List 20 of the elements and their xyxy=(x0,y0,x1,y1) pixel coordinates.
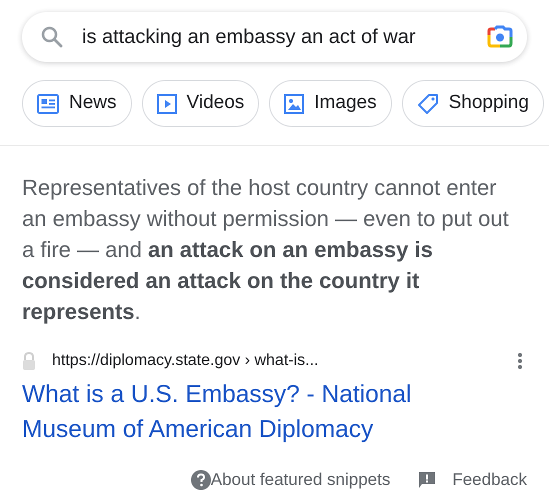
tag-icon xyxy=(416,92,439,114)
more-options-icon[interactable] xyxy=(517,352,523,370)
filter-chip[interactable]: News xyxy=(22,80,132,127)
filter-chip[interactable]: Videos xyxy=(142,80,260,127)
result-title-link[interactable]: What is a U.S. Embassy? - National Museum of American Diplomacy xyxy=(22,377,452,447)
play-icon xyxy=(156,94,177,114)
news-icon xyxy=(37,94,59,114)
filter-chip[interactable]: Shopping xyxy=(402,80,544,127)
feedback-link[interactable]: Feedback xyxy=(452,467,527,492)
lock-icon xyxy=(22,352,36,370)
about-snippets-link[interactable]: About featured snippets xyxy=(210,467,390,492)
feedback-icon xyxy=(418,470,436,489)
search-icon xyxy=(40,25,64,49)
filter-chip[interactable]: Images xyxy=(269,80,392,127)
help-icon[interactable] xyxy=(190,470,211,490)
search-field[interactable]: is attacking an embassy an act of war xyxy=(64,22,487,52)
result-url: https://diplomacy.state.gov › what-is... xyxy=(52,351,318,371)
image-icon xyxy=(284,94,304,114)
camera-icon[interactable] xyxy=(487,25,513,49)
snippet-text: Representatives of the host country cannot enter an embassy without permission — even to put out a fire — and an attack on an embassy is considered an attack on the country it represents. xyxy=(22,174,510,326)
